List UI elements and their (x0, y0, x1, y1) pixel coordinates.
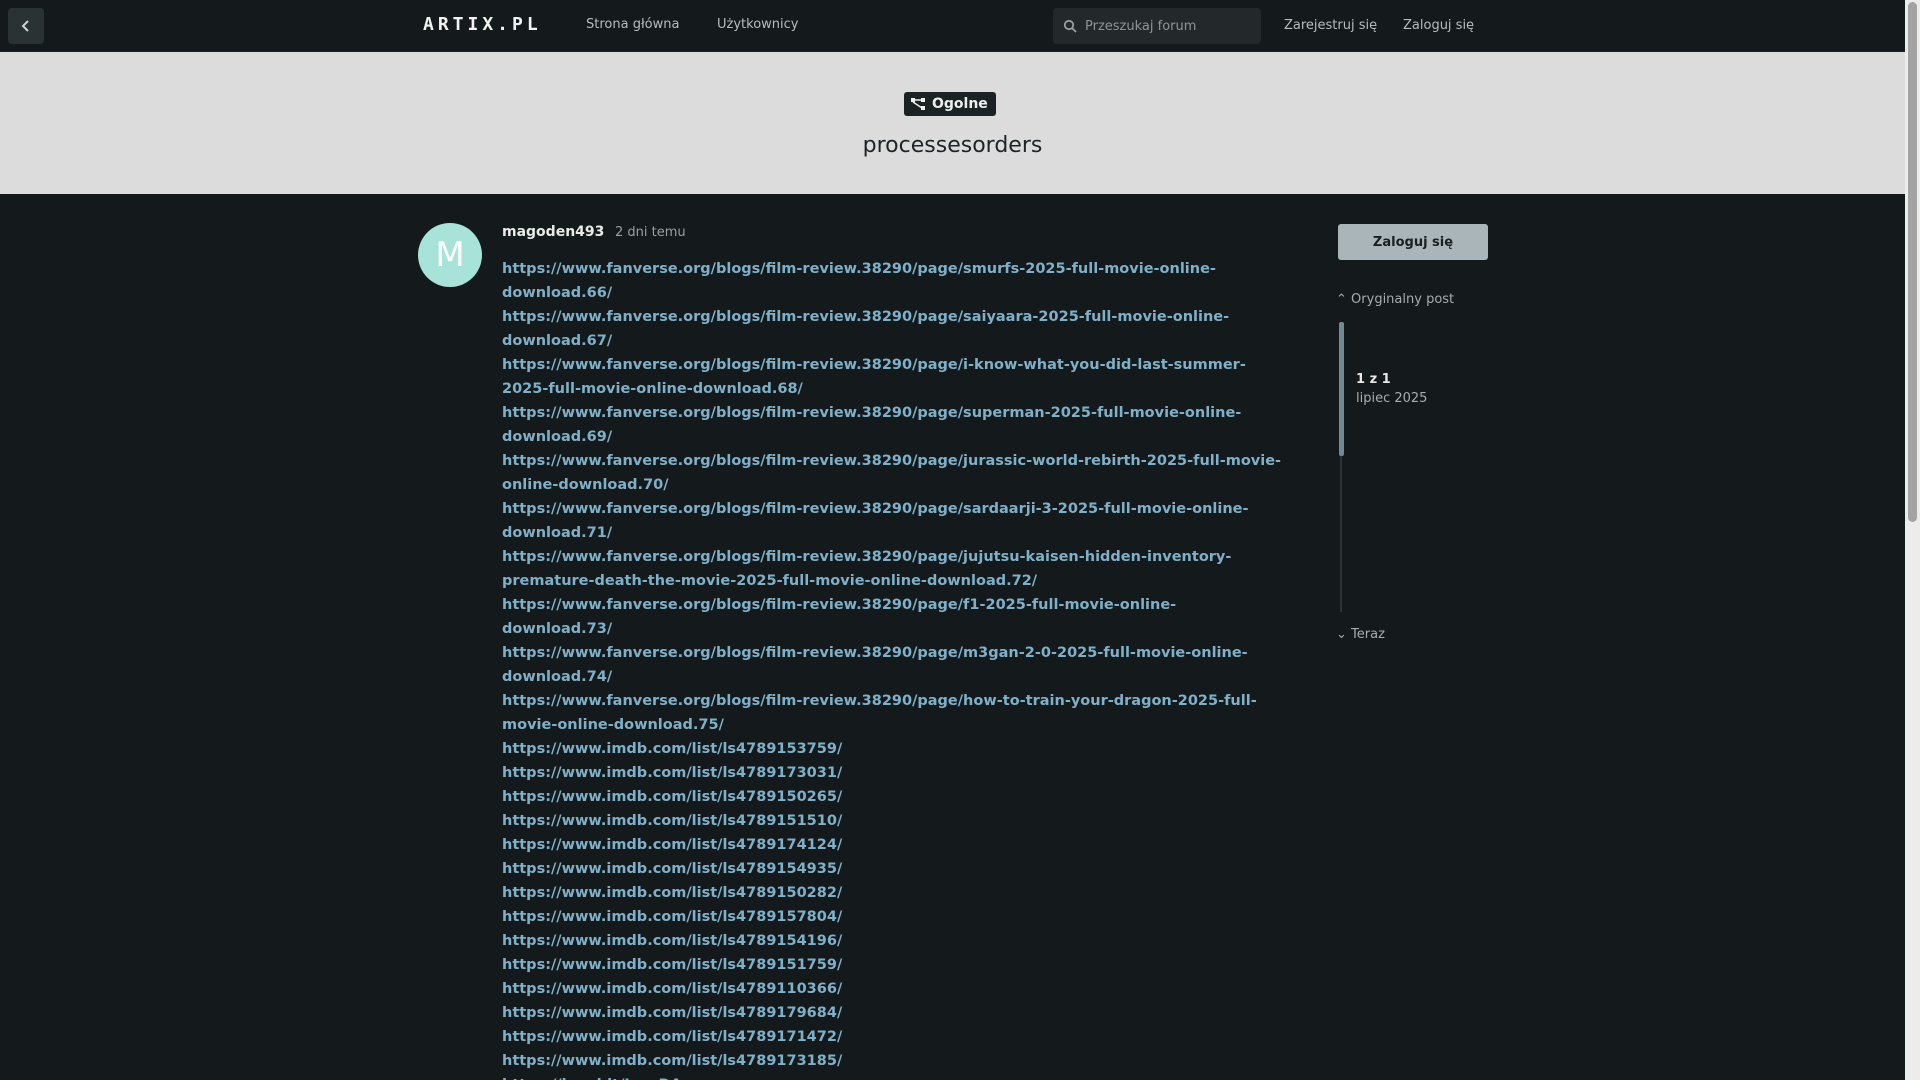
post-link[interactable]: https://www.imdb.com/list/ls4789173031/ (502, 761, 1282, 785)
category-icon (911, 98, 925, 110)
post-body: https://www.fanverse.org/blogs/film-revi… (502, 257, 1282, 1080)
login-link[interactable]: Zaloguj się (1403, 18, 1474, 33)
search-box[interactable] (1053, 8, 1261, 44)
sidebar-login-button[interactable]: Zaloguj się (1338, 224, 1488, 260)
post-link[interactable]: https://www.imdb.com/list/ls4789174124/ (502, 833, 1282, 857)
post-link[interactable]: https://www.imdb.com/list/ls4789154196/ (502, 929, 1282, 953)
category-badge[interactable]: Ogolne (904, 92, 996, 116)
topic-title: processesorders (862, 133, 1043, 158)
post-link[interactable]: https://www.fanverse.org/blogs/film-revi… (502, 641, 1282, 689)
back-button[interactable] (8, 8, 44, 44)
post-link[interactable]: https://www.fanverse.org/blogs/film-revi… (502, 449, 1282, 497)
post-link[interactable]: https://www.imdb.com/list/ls4789179684/ (502, 1001, 1282, 1025)
timeline-count: 1 z 1 (1356, 372, 1391, 387)
nav-link-home[interactable]: Strona główna (586, 17, 679, 32)
post-link[interactable]: https://www.fanverse.org/blogs/film-revi… (502, 545, 1282, 593)
post-author[interactable]: magoden493 (502, 224, 604, 240)
now-label: Teraz (1351, 627, 1385, 642)
post-link[interactable]: https://www.imdb.com/list/ls4789150282/ (502, 881, 1282, 905)
post-timestamp[interactable]: 2 dni temu (615, 225, 686, 240)
double-chevron-down-icon: ⌄ (1336, 627, 1347, 642)
post-link[interactable]: https://boxd.it/LmaDA (502, 1073, 1282, 1080)
post-link[interactable]: https://www.fanverse.org/blogs/film-revi… (502, 401, 1282, 449)
timeline-handle[interactable] (1339, 322, 1344, 456)
post-link[interactable]: https://www.fanverse.org/blogs/film-revi… (502, 689, 1282, 737)
topic-header (0, 52, 1905, 194)
post-link[interactable]: https://www.imdb.com/list/ls4789110366/ (502, 977, 1282, 1001)
double-chevron-up-icon: ⌃ (1336, 292, 1347, 307)
post-link[interactable]: https://www.imdb.com/list/ls4789173185/ (502, 1049, 1282, 1073)
post-link[interactable]: https://www.fanverse.org/blogs/film-revi… (502, 497, 1282, 545)
register-link[interactable]: Zarejestruj się (1284, 18, 1377, 33)
nav-link-users[interactable]: Użytkownicy (717, 17, 798, 32)
avatar[interactable]: M (418, 223, 482, 287)
post-link[interactable]: https://www.imdb.com/list/ls4789151759/ (502, 953, 1282, 977)
post-link[interactable]: https://www.fanverse.org/blogs/film-revi… (502, 353, 1282, 401)
post-link[interactable]: https://www.imdb.com/list/ls4789154935/ (502, 857, 1282, 881)
top-bar: ARTIX.PL Strona główna Użytkownicy Zarej… (0, 0, 1905, 52)
post-link[interactable]: https://www.imdb.com/list/ls4789157804/ (502, 905, 1282, 929)
post-link[interactable]: https://www.imdb.com/list/ls4789171472/ (502, 1025, 1282, 1049)
post-link[interactable]: https://www.fanverse.org/blogs/film-revi… (502, 257, 1282, 305)
original-post-label: Oryginalny post (1351, 292, 1455, 307)
post-link[interactable]: https://www.imdb.com/list/ls4789151510/ (502, 809, 1282, 833)
site-logo[interactable]: ARTIX.PL (423, 14, 542, 35)
post-link[interactable]: https://www.fanverse.org/blogs/film-revi… (502, 305, 1282, 353)
timeline-now[interactable]: ⌄ Teraz (1336, 627, 1385, 642)
post-link[interactable]: https://www.imdb.com/list/ls4789153759/ (502, 737, 1282, 761)
post-link[interactable]: https://www.imdb.com/list/ls4789150265/ (502, 785, 1282, 809)
timeline-date: lipiec 2025 (1356, 391, 1428, 406)
scrollbar-thumb[interactable] (1908, 2, 1917, 522)
timeline-original-post[interactable]: ⌃ Oryginalny post (1336, 292, 1454, 307)
post-link[interactable]: https://www.fanverse.org/blogs/film-revi… (502, 593, 1282, 641)
search-input[interactable] (1085, 18, 1245, 34)
search-icon (1063, 19, 1077, 33)
chevron-left-icon (21, 20, 29, 32)
category-label: Ogolne (932, 96, 988, 112)
